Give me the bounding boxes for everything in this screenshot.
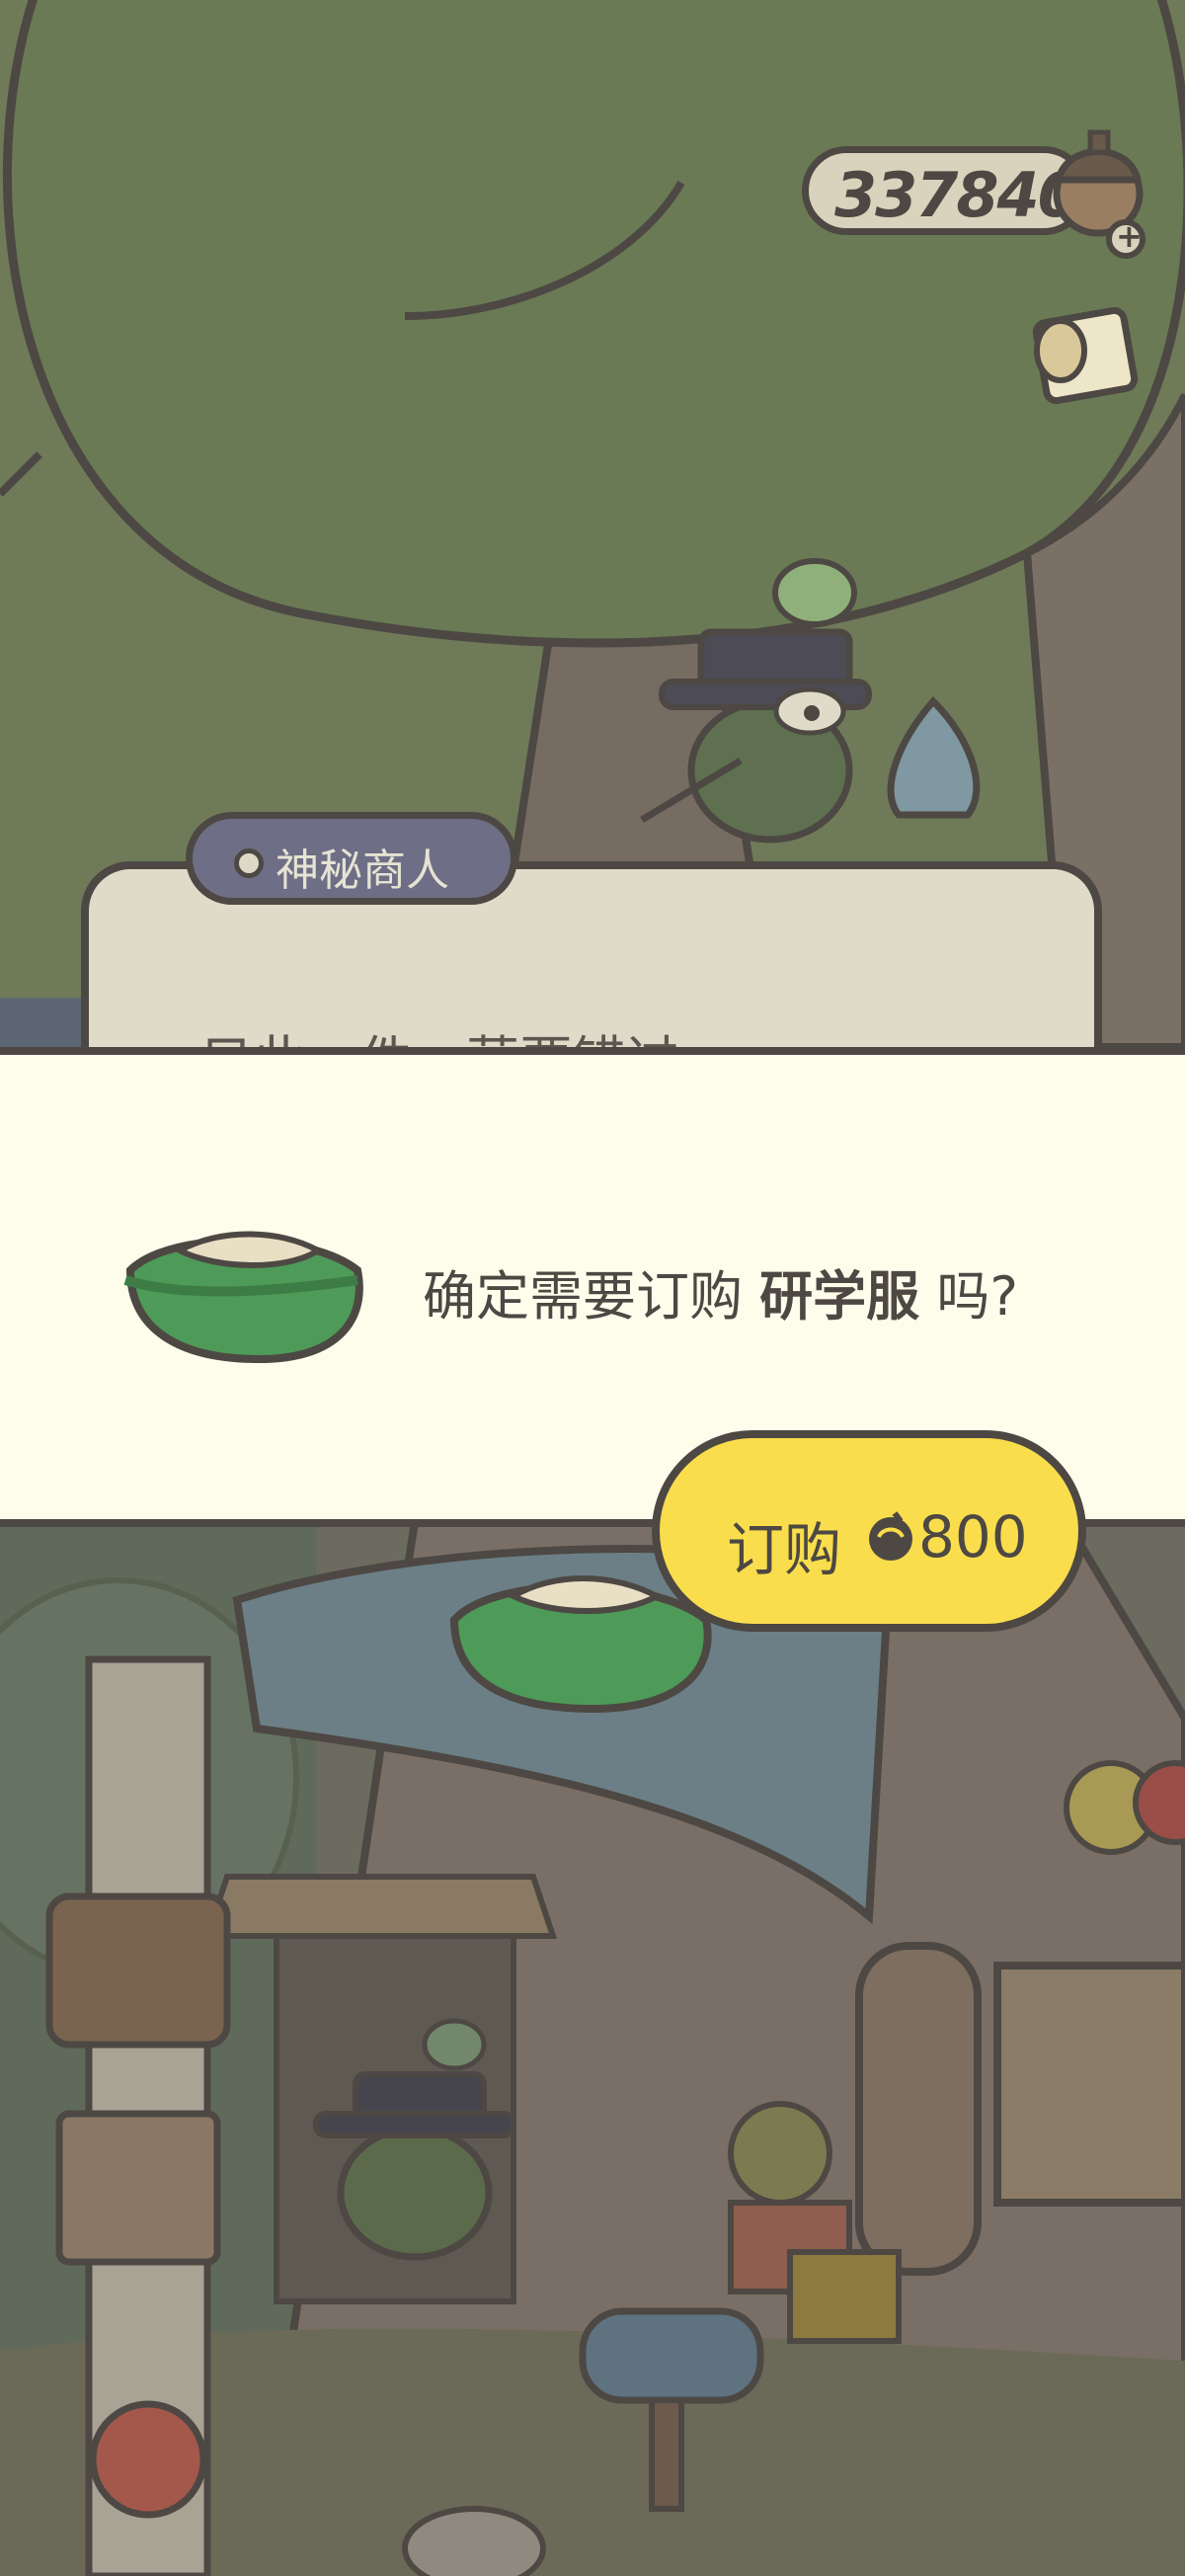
merchant-frog-icon	[640, 558, 872, 844]
speaker-name: 神秘商人	[276, 845, 449, 896]
buy-button[interactable]: 订购 800	[652, 1430, 1086, 1632]
speaker-tag: 神秘商人	[186, 812, 517, 905]
merchant-frog-icon	[313, 2018, 516, 2261]
currency-count: 337840	[834, 159, 1080, 231]
scene-bottom	[0, 1521, 1185, 2576]
letter-icon[interactable]	[1021, 296, 1149, 425]
add-currency-button[interactable]: +	[1106, 217, 1146, 259]
currency-counter: 337840	[802, 146, 1088, 235]
dialog-text: 只此一件，莫要错过	[199, 1017, 679, 1047]
confirm-item-name: 研学服	[759, 1265, 920, 1328]
speaker-dot-icon	[234, 848, 264, 878]
buy-button-label: 订购	[727, 1516, 842, 1583]
buy-button-price: 800	[918, 1503, 1028, 1570]
confirm-message: 确定需要订购 研学服 吗?	[423, 1252, 1018, 1330]
bindle-bag-icon	[887, 695, 981, 819]
acorn-icon	[869, 1511, 912, 1561]
confirm-prefix: 确定需要订购	[423, 1265, 760, 1328]
plus-icon: +	[1116, 217, 1143, 255]
confirm-suffix: 吗?	[919, 1265, 1018, 1328]
scene-top: 337840 + 神秘商人 只此一件，莫要错过	[0, 0, 1185, 1047]
study-uniform-icon	[123, 1231, 363, 1364]
